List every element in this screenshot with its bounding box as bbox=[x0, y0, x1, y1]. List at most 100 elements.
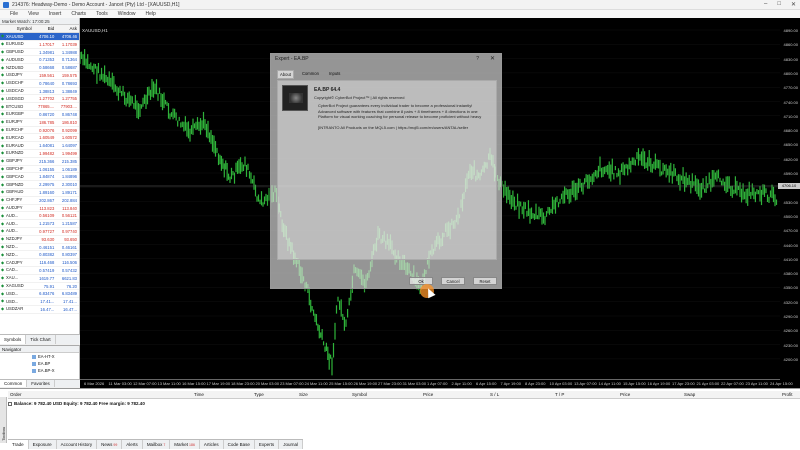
ask-cell: 16.47... bbox=[63, 306, 77, 312]
ask-cell: 93.650 bbox=[64, 236, 77, 242]
symbol-direction-icon: ◆ bbox=[1, 189, 5, 195]
menu-window[interactable]: Window bbox=[118, 11, 136, 17]
column-header[interactable]: Type bbox=[254, 392, 264, 397]
tab-common[interactable]: Common bbox=[0, 380, 28, 387]
time-tick-label: 6 Mar 2026 bbox=[84, 381, 105, 386]
column-header[interactable]: Order bbox=[10, 392, 22, 397]
help-button[interactable]: ? bbox=[476, 54, 479, 64]
toolbox-tab[interactable]: Trade bbox=[8, 440, 29, 449]
column-header[interactable]: Profit bbox=[782, 392, 793, 397]
toolbox-tab[interactable]: Journal bbox=[279, 440, 303, 449]
bid-cell: 0.71353 bbox=[39, 57, 55, 63]
bid-cell: 77865.... bbox=[37, 104, 55, 110]
symbol-direction-icon: ◆ bbox=[1, 126, 5, 132]
toolbox-tab[interactable]: Mailbox 7 bbox=[143, 440, 171, 449]
menu-insert[interactable]: Insert bbox=[49, 11, 62, 17]
bid-cell: 215.366 bbox=[39, 158, 55, 164]
minimize-button[interactable]: – bbox=[764, 1, 767, 8]
ask-cell: 1.17039 bbox=[61, 41, 77, 47]
symbol-cell: ◆ EURUSD bbox=[1, 41, 24, 47]
symbol-direction-icon: ◆ bbox=[1, 158, 5, 164]
symbol-direction-icon: ◆ bbox=[1, 56, 5, 62]
price-tick-label: 4350.00 bbox=[783, 285, 798, 291]
close-window-button[interactable]: ✕ bbox=[791, 1, 796, 8]
about-panel: EA.BP 64.4 Copyright© CyberBot Project™ … bbox=[277, 80, 497, 260]
market-watch-row[interactable]: ◆ USDZAR 16.47... 16.47... bbox=[0, 306, 79, 314]
symbol-cell: ◆ AUD... bbox=[1, 220, 19, 226]
symbol-column-header[interactable]: Symbol bbox=[0, 25, 34, 32]
toolbox-tab[interactable]: Exposure bbox=[29, 440, 57, 449]
column-header[interactable]: T / P bbox=[555, 392, 564, 397]
time-tick-label: 18 Mar 23:00 bbox=[231, 381, 255, 386]
symbol-direction-icon: ◆ bbox=[1, 275, 5, 281]
chart-symbol-label: XAUUSD,H1 bbox=[82, 28, 108, 33]
symbol-direction-icon: ◆ bbox=[1, 33, 5, 39]
maximize-button[interactable]: □ bbox=[777, 1, 781, 8]
reset-button[interactable]: Reset bbox=[473, 277, 497, 285]
menu-charts[interactable]: Charts bbox=[71, 11, 86, 17]
tab-symbols[interactable]: Symbols bbox=[0, 335, 27, 344]
menu-tools[interactable]: Tools bbox=[96, 11, 108, 17]
toolbox-tab[interactable]: Account History bbox=[57, 440, 98, 449]
current-price-tag: 4706.10 bbox=[778, 183, 800, 189]
column-header[interactable]: Size bbox=[299, 392, 308, 397]
tab-badge: 7 bbox=[163, 442, 166, 447]
navigator-item[interactable]: EA.BP-X bbox=[0, 367, 79, 374]
column-header[interactable]: Symbol bbox=[352, 392, 367, 397]
toolbox-tab[interactable]: Alerts bbox=[122, 440, 143, 449]
time-tick-label: 13 Apr 07:00 bbox=[574, 381, 597, 386]
menu-file[interactable]: File bbox=[10, 11, 18, 17]
column-header[interactable]: Price bbox=[423, 392, 433, 397]
navigator-item[interactable]: EA.BP bbox=[0, 360, 79, 367]
time-tick-label: 26 Mar 19:00 bbox=[353, 381, 378, 386]
ask-cell: 4706.46 bbox=[61, 34, 77, 39]
bid-cell: 0.58668 bbox=[39, 65, 55, 71]
ask-cell: 6.83489 bbox=[61, 291, 77, 297]
ask-column-header[interactable]: Ask bbox=[56, 25, 79, 32]
bid-cell: 17.41... bbox=[40, 299, 55, 305]
price-tick-label: 4260.00 bbox=[783, 328, 798, 334]
toolbox-tab[interactable]: Experts bbox=[255, 440, 280, 449]
toolbox-tab[interactable]: Articles bbox=[200, 440, 224, 449]
symbol-cell: ◆ NZDUSD bbox=[1, 64, 24, 70]
time-tick-label: 25 Mar 15:00 bbox=[329, 381, 353, 386]
ask-cell: 77903.... bbox=[60, 104, 77, 110]
symbol-cell: ◆ EURCAD bbox=[1, 134, 24, 140]
price-tick-label: 4500.00 bbox=[783, 213, 798, 219]
column-header[interactable]: S / L bbox=[490, 392, 499, 397]
tab-about[interactable]: About bbox=[277, 70, 294, 79]
bid-cell: 16.47... bbox=[40, 306, 55, 312]
toolbox-tab[interactable]: Market 186 bbox=[170, 440, 200, 449]
cancel-button[interactable]: Cancel bbox=[441, 277, 465, 285]
navigator-item[interactable]: EA-HT-X bbox=[0, 353, 79, 360]
tab-inputs[interactable]: Inputs bbox=[327, 70, 342, 79]
column-header[interactable]: Swap bbox=[684, 392, 695, 397]
dialog-close-button[interactable]: ✕ bbox=[490, 54, 495, 64]
tab-favorites[interactable]: Favorites bbox=[27, 380, 55, 387]
toolbox-tab[interactable]: News 99 bbox=[97, 440, 123, 449]
ea-link[interactable]: [INTRANTO All Products on the MQL5.com |… bbox=[318, 125, 496, 130]
menu-view[interactable]: View bbox=[28, 11, 39, 17]
time-tick-label: 6 Apr 15:00 bbox=[476, 381, 497, 386]
bid-cell: 116.468 bbox=[39, 260, 55, 266]
symbol-cell: ◆ AUD... bbox=[1, 228, 19, 234]
symbol-cell: ◆ GBPCAD bbox=[1, 173, 24, 179]
time-tick-label: 10 Apr 03:00 bbox=[549, 381, 573, 386]
symbol-direction-icon: ◆ bbox=[1, 41, 5, 47]
column-header[interactable]: Price bbox=[620, 392, 630, 397]
tab-common[interactable]: Common bbox=[300, 70, 321, 79]
tab-tick-chart[interactable]: Tick Chart bbox=[26, 335, 56, 344]
window-controls: – □ ✕ bbox=[764, 1, 796, 8]
bid-column-header[interactable]: Bid bbox=[34, 25, 57, 32]
tab-badge: 99 bbox=[113, 442, 118, 447]
price-tick-label: 4440.00 bbox=[783, 242, 798, 248]
price-tick-label: 4860.00 bbox=[783, 42, 798, 48]
toolbox-tab[interactable]: Code Base bbox=[224, 440, 255, 449]
collapse-icon[interactable] bbox=[8, 401, 12, 406]
time-tick-label: 15 Apr 15:00 bbox=[623, 381, 646, 386]
bid-cell: 0.86720 bbox=[39, 111, 55, 117]
column-header[interactable]: Time bbox=[194, 392, 204, 397]
symbol-direction-icon: ◆ bbox=[1, 243, 5, 249]
price-tick-label: 4290.00 bbox=[783, 314, 798, 319]
menu-help[interactable]: Help bbox=[146, 11, 156, 17]
